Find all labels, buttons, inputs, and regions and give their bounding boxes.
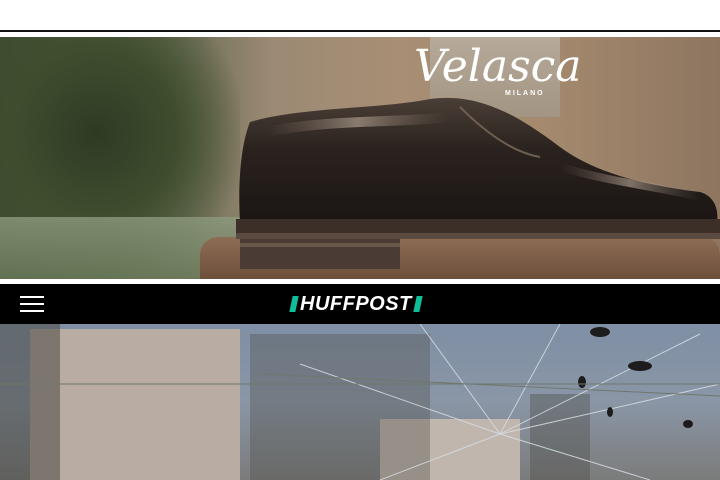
- site-header: HUFFPOST: [0, 284, 720, 324]
- hamburger-menu-icon[interactable]: [20, 296, 44, 312]
- ad-image-shoe[interactable]: Velasca MILANO: [0, 37, 720, 279]
- top-blank-bar: [0, 0, 720, 30]
- velasca-logo: Velasca: [414, 41, 582, 92]
- article-hero-image[interactable]: [0, 324, 720, 480]
- ad-top-rule: [0, 30, 720, 32]
- velasca-logo-sub: MILANO: [505, 90, 545, 97]
- huffpost-wordmark: HUFFPOST: [300, 292, 412, 315]
- huffpost-logo[interactable]: HUFFPOST: [289, 290, 423, 318]
- cracked-glass-overlay: [0, 324, 720, 480]
- shoe-illustration: [236, 97, 720, 269]
